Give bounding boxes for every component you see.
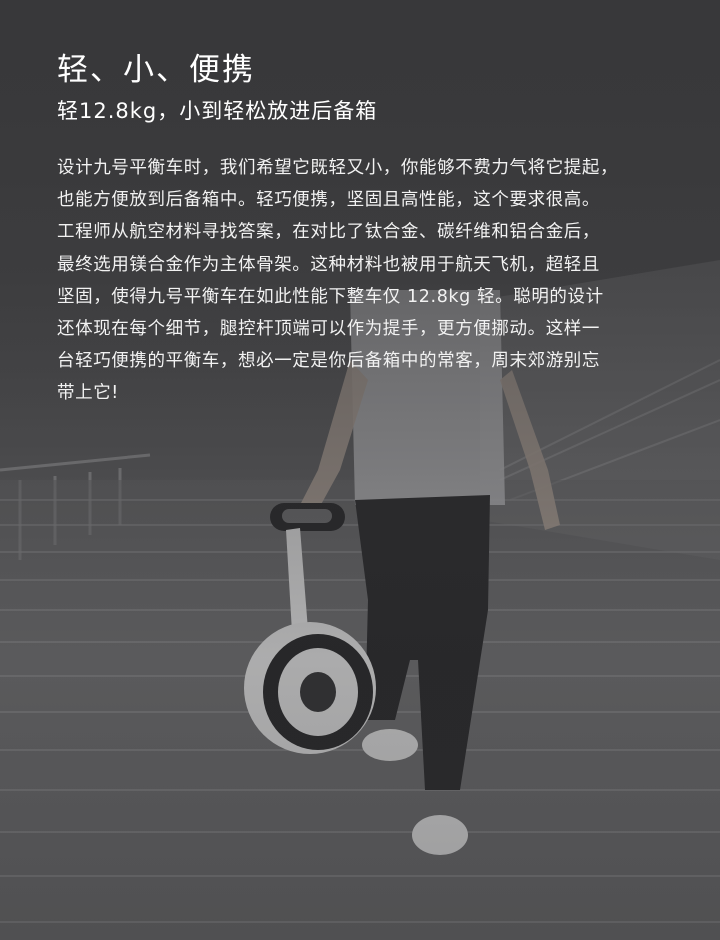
feature-description: 设计九号平衡车时，我们希望它既轻又小，你能够不费力气将它提起， 也能方便放到后备…: [57, 152, 677, 410]
feature-subtitle: 轻12.8kg，小到轻松放进后备箱: [57, 99, 378, 123]
description-line: 最终选用镁合金作为主体骨架。这种材料也被用于航天飞机，超轻且: [57, 254, 600, 275]
feature-text-block: 轻、小、便携 轻12.8kg，小到轻松放进后备箱 设计九号平衡车时，我们希望它既…: [57, 50, 677, 410]
description-line: 设计九号平衡车时，我们希望它既轻又小，你能够不费力气将它提起，: [57, 158, 619, 178]
description-line: 带上它!: [57, 383, 119, 404]
description-line: 台轻巧便携的平衡车，想必一定是你后备箱中的常客，周末郊游别忘: [57, 351, 600, 372]
description-line: 还体现在每个细节，腿控杆顶端可以作为提手，更方便挪动。这样一: [57, 319, 600, 340]
product-feature-banner: 轻、小、便携 轻12.8kg，小到轻松放进后备箱 设计九号平衡车时，我们希望它既…: [0, 0, 720, 940]
description-line: 也能方便放到后备箱中。轻巧便携，坚固且高性能，这个要求很高。: [57, 190, 600, 211]
feature-title: 轻、小、便携: [57, 52, 255, 88]
description-line: 工程师从航空材料寻找答案，在对比了钛合金、碳纤维和铝合金后，: [57, 222, 600, 243]
description-line: 坚固，使得九号平衡车在如此性能下整车仅 12.8kg 轻。聪明的设计: [57, 286, 604, 307]
